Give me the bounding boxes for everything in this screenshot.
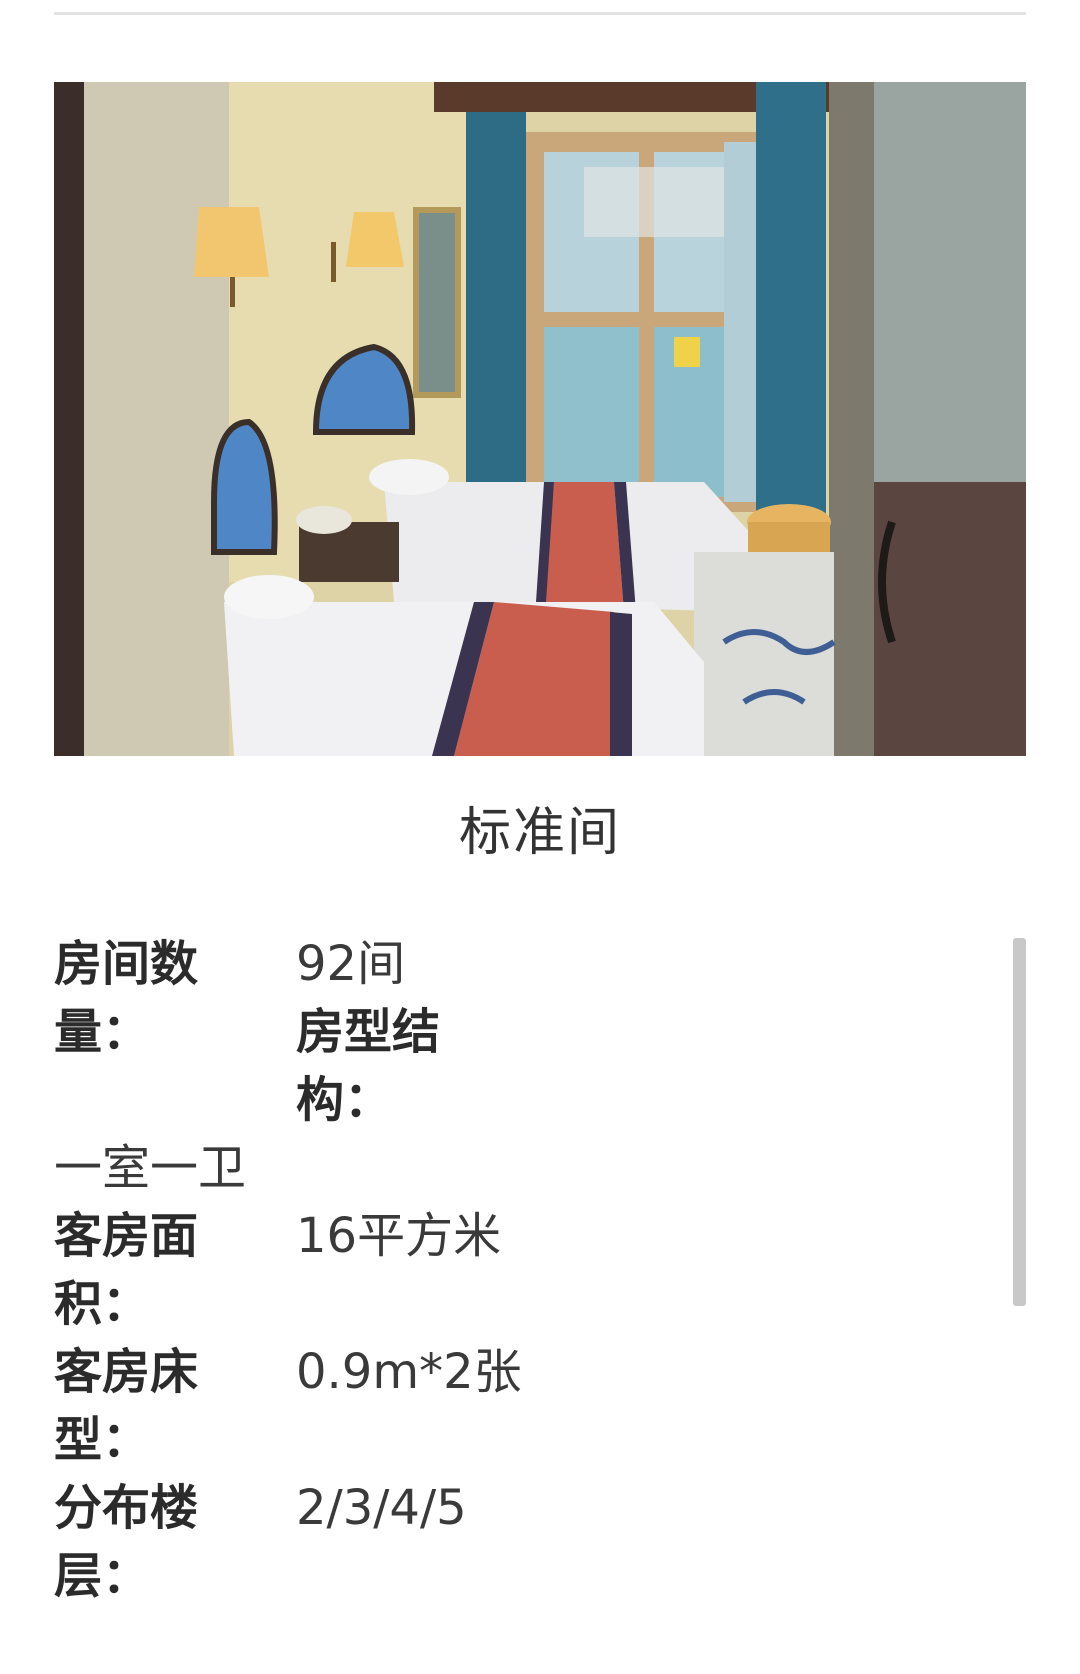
area-label: 客房面积： — [54, 1208, 199, 1332]
room-specs-list: 房间数量： 92间 房型结构： 一室一卫 客房面积： 16平方米 客房床型： 0… — [54, 930, 954, 1674]
top-divider — [54, 12, 1026, 15]
layout-label: 房型结构： — [296, 1004, 441, 1128]
room-count-label: 房间数量： — [54, 936, 199, 1060]
hotel-room-photo-icon — [54, 82, 1026, 756]
layout-value: 一室一卫 — [54, 1140, 247, 1196]
specs-scrollbar[interactable] — [1013, 938, 1026, 1306]
room-name-title: 标准间 — [458, 803, 621, 863]
bed-type-label: 客房床型： — [54, 1344, 199, 1468]
bed-type-value: 0.9m*2张 — [296, 1344, 522, 1400]
room-photo[interactable] — [54, 82, 1026, 756]
floor-label: 分布楼层： — [54, 1480, 199, 1604]
room-count-value: 92间 — [296, 936, 406, 992]
floor-value: 2/3/4/5 — [296, 1480, 467, 1536]
area-value: 16平方米 — [296, 1208, 502, 1264]
